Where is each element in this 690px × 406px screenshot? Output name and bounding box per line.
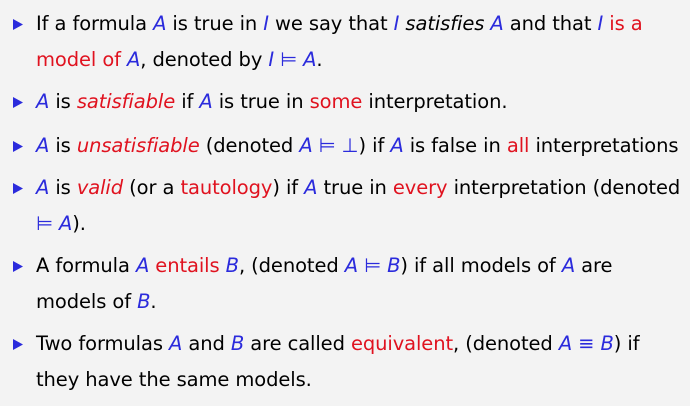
models-symbol: ⊨ (274, 48, 304, 71)
bullet-text: A formula A entails B, (denoted A ⊨ B) i… (36, 254, 613, 313)
triangle-bullet-icon (12, 170, 36, 206)
bullet-text: A is satisfiable if A is true in some in… (36, 90, 508, 113)
bullet-item-entails: A formula A entails B, (denoted A ⊨ B) i… (12, 248, 690, 320)
bullet-text: A is valid (or a tautology) if A true in… (36, 176, 681, 235)
triangle-bullet-icon (12, 84, 36, 120)
bullet-item-equivalent: Two formulas A and B are called equivale… (12, 326, 690, 398)
triangle-bullet-icon (12, 128, 36, 164)
term-tautology: tautology (180, 176, 273, 199)
models-bottom-symbol: ⊨ ⊥ (312, 134, 359, 157)
term-satisfiable: satisfiable (76, 90, 176, 113)
term-equivalent: equivalent (350, 332, 454, 355)
triangle-bullet-icon (12, 6, 36, 42)
bullet-item-satisfiable: A is satisfiable if A is true in some in… (12, 84, 690, 120)
term-all: all (506, 134, 530, 157)
triangle-bullet-icon (12, 248, 36, 284)
term-valid: valid (76, 176, 124, 199)
math-A: A (153, 12, 167, 35)
models-symbol: ⊨ (357, 254, 388, 277)
bullet-text: If a formula A is true in I we say that … (36, 12, 643, 71)
bullet-text: A is unsatisfiable (denoted A ⊨ ⊥) if A … (36, 134, 679, 157)
term-entails: entails (155, 254, 220, 277)
bullet-item-satisfies: If a formula A is true in I we say that … (12, 6, 690, 78)
term-every: every (392, 176, 448, 199)
models-symbol: ⊨ (36, 212, 59, 235)
equiv-symbol: ≡ (572, 332, 601, 355)
slide: If a formula A is true in I we say that … (0, 0, 690, 406)
bullet-item-unsatisfiable: A is unsatisfiable (denoted A ⊨ ⊥) if A … (12, 128, 690, 164)
term-some: some (309, 90, 363, 113)
bullet-text: Two formulas A and B are called equivale… (36, 332, 640, 391)
bullet-item-valid: A is valid (or a tautology) if A true in… (12, 170, 690, 242)
triangle-bullet-icon (12, 326, 36, 362)
term-satisfies: satisfies (405, 12, 485, 35)
term-unsatisfiable: unsatisfiable (76, 134, 200, 157)
